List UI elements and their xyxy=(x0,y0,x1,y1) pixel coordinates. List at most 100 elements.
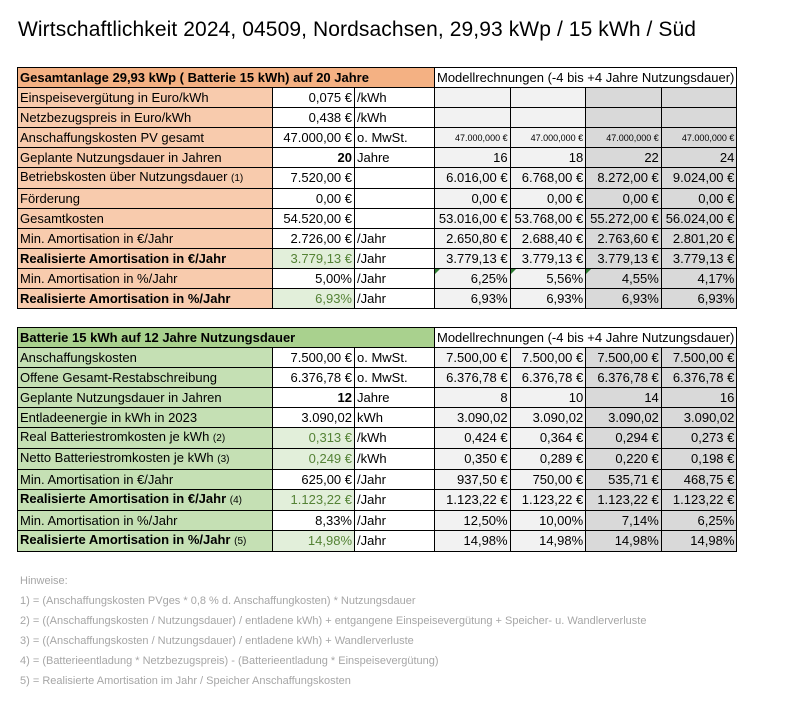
pv-row-unit xyxy=(354,167,435,189)
pv-model-cell xyxy=(660,87,738,108)
page-title: Wirtschaftlichkeit 2024, 04509, Nordsach… xyxy=(18,18,697,41)
pv-model-cell xyxy=(434,107,511,128)
pv-row: Min. Amortisation in €/Jahr 2.726,00 €/Ja… xyxy=(17,228,738,249)
battery-row: Realisierte Amortisation in €/Jahr (4) 1.… xyxy=(17,489,738,511)
battery-row-unit: /Jahr xyxy=(354,530,435,552)
battery-table: Batterie 15 kWh auf 12 Jahre Nutzungsdau… xyxy=(17,327,738,552)
pv-row-label: Geplante Nutzungsdauer in Jahren xyxy=(17,147,273,168)
battery-row-unit: /Jahr xyxy=(354,469,435,490)
row-label-text: Geplante Nutzungsdauer in Jahren xyxy=(20,149,222,165)
battery-row: Entladeenergie in kWh in 2023 3.090,02 kWh… xyxy=(17,407,738,428)
battery-row-label: Netto Batteriestromkosten je kWh (3) xyxy=(17,448,273,470)
pv-model-cell: 0,00 € xyxy=(585,188,662,209)
pv-row-value: 20 xyxy=(272,147,355,168)
pv-model-cell: 0,00 € xyxy=(434,188,511,209)
pv-model-cell: 0,00 € xyxy=(660,188,738,209)
pv-model-cell: 2.763,60 € xyxy=(585,228,662,249)
pv-model-cell: 3.779,13 € xyxy=(585,248,662,269)
row-label-text: Geplante Nutzungsdauer in Jahren xyxy=(20,389,222,405)
row-label-text: Entladeenergie in kWh in 2023 xyxy=(20,409,198,425)
pv-model-cell: 6.768,00 € xyxy=(509,167,587,189)
battery-model-cell: 937,50 € xyxy=(434,469,511,490)
pv-header-row: Gesamtanlage 29,93 kWp ( Batterie 15 kWh… xyxy=(17,67,738,88)
battery-model-cell: 14,98% xyxy=(434,530,511,552)
pv-row-label: Gesamtkosten xyxy=(17,208,273,229)
row-label-text: Realisierte Amortisation in %/Jahr xyxy=(20,290,231,306)
notes-section: Hinweise: 1) = (Anschaffungskosten PVges… xyxy=(20,571,646,691)
battery-model-cell: 6.376,78 € xyxy=(509,367,587,388)
pv-model-cell: 47.000,000 € xyxy=(509,127,587,148)
battery-row: Anschaffungskosten 7.500,00 € o. MwSt. 7.50… xyxy=(17,347,738,368)
pv-row-unit: /Jahr xyxy=(354,268,435,289)
battery-model-cell: 7.500,00 € xyxy=(509,347,587,368)
battery-row-unit: Jahre xyxy=(354,387,435,408)
pv-row-unit xyxy=(354,188,435,209)
pv-row-label: Einspeisevergütung in Euro/kWh xyxy=(17,87,273,108)
pv-row-unit: o. MwSt. xyxy=(354,127,435,148)
pv-model-cell xyxy=(585,107,662,128)
pv-row-value: 6,93% xyxy=(272,288,355,309)
battery-row-unit: o. MwSt. xyxy=(354,367,435,388)
battery-row-value: 625,00 € xyxy=(272,469,355,490)
pv-row-value: 5,00% xyxy=(272,268,355,289)
pv-model-cell: 6,93% xyxy=(509,288,587,309)
pv-row-value: 0,075 € xyxy=(272,87,355,108)
pv-row-value: 3.779,13 € xyxy=(272,248,355,269)
pv-model-cell: 8.272,00 € xyxy=(585,167,662,189)
pv-model-cell: 6,93% xyxy=(660,288,738,309)
pv-model-cell: 2.801,20 € xyxy=(660,228,738,249)
pv-model-cell: 2.650,80 € xyxy=(434,228,511,249)
row-label-text: Einspeisevergütung in Euro/kWh xyxy=(20,89,209,105)
row-label-text: Netzbezugspreis in Euro/kWh xyxy=(20,109,192,125)
battery-model-cell: 12,50% xyxy=(434,510,511,531)
battery-model-cell: 6.376,78 € xyxy=(660,367,738,388)
pv-model-cell xyxy=(660,107,738,128)
battery-model-cell: 3.090,02 xyxy=(509,407,587,428)
row-label-text: Anschaffungskosten xyxy=(20,349,137,365)
battery-row-label: Entladeenergie in kWh in 2023 xyxy=(17,407,273,428)
row-label-text: Betriebskosten über Nutzungsdauer xyxy=(20,169,228,184)
pv-model-cell: 5,56% xyxy=(509,268,587,289)
pv-row: Gesamtkosten 54.520,00 € 53.016,00 €53.768… xyxy=(17,208,738,229)
pv-row-value: 0,00 € xyxy=(272,188,355,209)
battery-model-cell: 16 xyxy=(660,387,738,408)
battery-model-cell: 6.376,78 € xyxy=(585,367,662,388)
pv-row-label: Anschaffungskosten PV gesamt xyxy=(17,127,273,148)
pv-row-unit: /Jahr xyxy=(354,248,435,269)
battery-row: Real Batteriestromkosten je kWh (2) 0,313… xyxy=(17,427,738,449)
battery-row: Min. Amortisation in %/Jahr 8,33%/Jahr 12,… xyxy=(17,510,738,531)
pv-table: Gesamtanlage 29,93 kWp ( Batterie 15 kWh… xyxy=(17,67,738,309)
pv-model-cell xyxy=(434,87,511,108)
pv-row-label: Förderung xyxy=(17,188,273,209)
battery-row-unit: /Jahr xyxy=(354,510,435,531)
battery-model-cell: 0,220 € xyxy=(585,448,662,470)
battery-row-label: Realisierte Amortisation in €/Jahr (4) xyxy=(17,489,273,511)
pv-row-label: Betriebskosten über Nutzungsdauer (1) xyxy=(17,167,273,189)
battery-model-cell: 0,273 € xyxy=(660,427,738,449)
row-label-text: Netto Batteriestromkosten je kWh xyxy=(20,450,214,465)
footnote-ref: (2) xyxy=(212,433,226,444)
battery-row-value: 1.123,22 € xyxy=(272,489,355,511)
pv-model-cell: 47.000,000 € xyxy=(434,127,511,148)
battery-row: Geplante Nutzungsdauer in Jahren 12 Jahre 8… xyxy=(17,387,738,408)
row-label-text: Realisierte Amortisation in €/Jahr xyxy=(20,491,227,506)
pv-model-cell: 24 xyxy=(660,147,738,168)
pv-row: Einspeisevergütung in Euro/kWh 0,075 €/kW… xyxy=(17,87,738,108)
pv-model-cell: 9.024,00 € xyxy=(660,167,738,189)
battery-model-cell: 7.500,00 € xyxy=(660,347,738,368)
pv-row-label: Min. Amortisation in €/Jahr xyxy=(17,228,273,249)
pv-row: Realisierte Amortisation in %/Jahr 6,93% /… xyxy=(17,288,738,309)
battery-row-label: Realisierte Amortisation in %/Jahr (5) xyxy=(17,530,273,552)
note-item: 5) = Realisierte Amortisation im Jahr / … xyxy=(20,675,351,687)
battery-row-label: Anschaffungskosten xyxy=(17,347,273,368)
pv-model-cell xyxy=(585,87,662,108)
battery-model-cell: 0,289 € xyxy=(509,448,587,470)
pv-row-unit: /kWh xyxy=(354,107,435,128)
pv-row-label: Realisierte Amortisation in €/Jahr xyxy=(17,248,273,269)
footnote-ref: (4) xyxy=(229,495,242,506)
battery-header-row: Batterie 15 kWh auf 12 Jahre Nutzungsdau… xyxy=(17,327,738,348)
row-label-text: Min. Amortisation in %/Jahr xyxy=(20,270,178,286)
pv-model-cell: 56.024,00 € xyxy=(660,208,738,229)
pv-row-unit xyxy=(354,208,435,229)
battery-model-header: Modellrechnungen (-4 bis +4 Jahre Nutzun… xyxy=(433,327,738,348)
